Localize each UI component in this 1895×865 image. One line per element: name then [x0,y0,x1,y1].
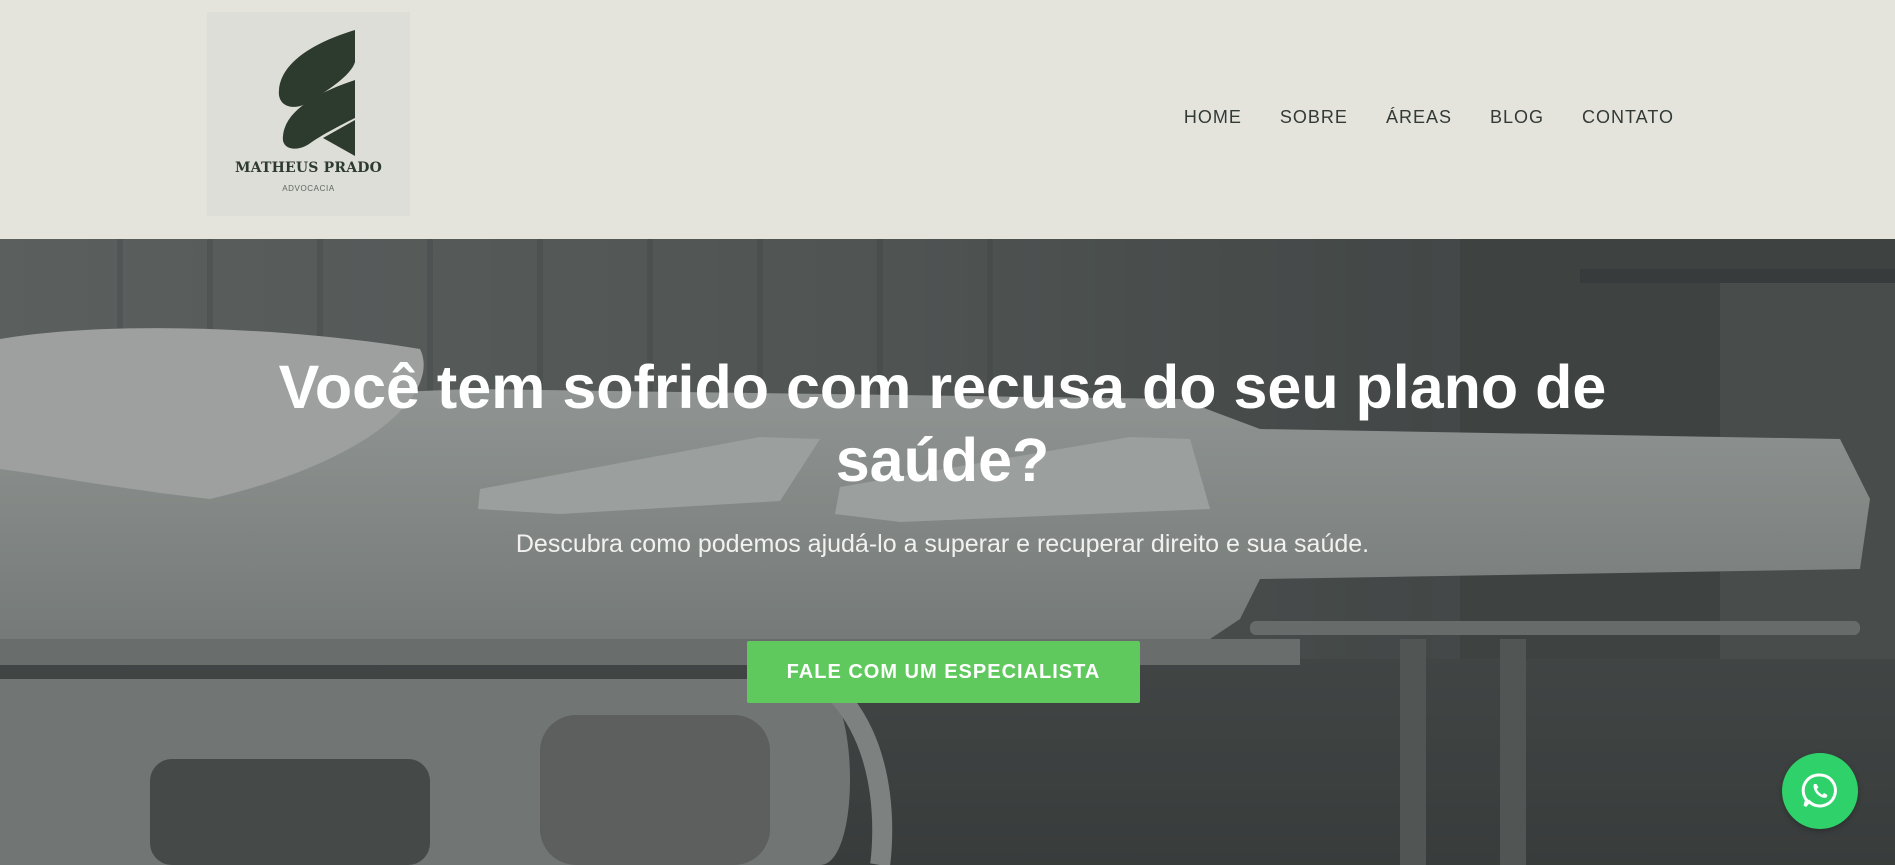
brand-tagline: ADVOCACIA [282,184,335,193]
leaf-logo-icon [278,30,355,156]
contact-specialist-button[interactable]: FALE COM UM ESPECIALISTA [747,641,1140,703]
site-header: MATHEUS PRADO ADVOCACIA HOME SOBRE ÁREAS… [0,0,1895,239]
hero-title: Você tem sofrido com recusa do seu plano… [278,353,1607,494]
nav-item-areas[interactable]: ÁREAS [1386,107,1452,128]
nav-item-contato[interactable]: CONTATO [1582,107,1674,128]
brand-name: MATHEUS PRADO [234,160,383,176]
nav-item-blog[interactable]: BLOG [1490,107,1544,128]
whatsapp-icon [1801,773,1837,808]
main-nav: HOME SOBRE ÁREAS BLOG CONTATO [1184,107,1674,128]
whatsapp-button[interactable] [1782,753,1858,829]
hero-section: Você tem sofrido com recusa do seu plano… [0,239,1895,865]
hero-subtitle: Descubra como podemos ajudá-lo a superar… [515,530,1370,558]
nav-item-sobre[interactable]: SOBRE [1280,107,1348,128]
nav-item-home[interactable]: HOME [1184,107,1242,128]
logo[interactable]: MATHEUS PRADO ADVOCACIA [207,12,410,216]
